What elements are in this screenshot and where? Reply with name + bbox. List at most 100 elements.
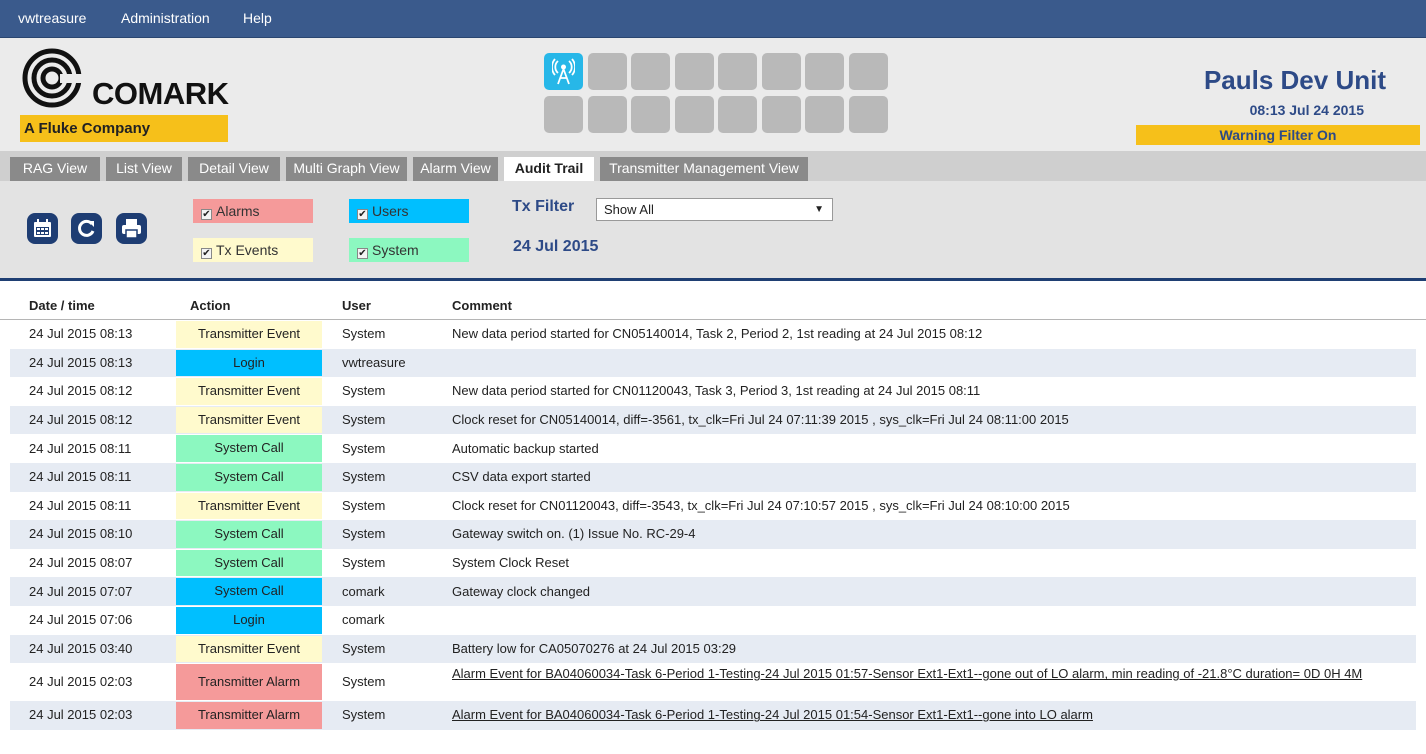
row-action-badge: Login bbox=[176, 607, 322, 634]
row-comment: Gateway clock changed bbox=[452, 583, 591, 599]
menu-item-help[interactable]: Help bbox=[243, 0, 272, 38]
table-row[interactable]: 24 Jul 2015 08:12 Transmitter Event System… bbox=[10, 405, 1416, 435]
row-action-badge: Transmitter Event bbox=[176, 635, 322, 663]
tab-alarm-view[interactable]: Alarm View bbox=[413, 157, 498, 181]
row-comment: New data period started for CN05140014, … bbox=[452, 326, 983, 342]
table-row[interactable]: 24 Jul 2015 08:13 Transmitter Event System… bbox=[10, 320, 1416, 349]
unit-time: 08:13 Jul 24 2015 bbox=[1249, 102, 1364, 118]
row-user: System bbox=[342, 383, 386, 399]
row-user: System bbox=[342, 640, 386, 656]
refresh-button[interactable] bbox=[71, 213, 102, 244]
tab-detail-view[interactable]: Detail View bbox=[188, 157, 280, 181]
row-action-badge: System Call bbox=[176, 549, 322, 577]
row-user: vwtreasure bbox=[342, 354, 406, 370]
table-row[interactable]: 24 Jul 2015 08:11 Transmitter Event System… bbox=[10, 492, 1416, 521]
transmitter-slot[interactable] bbox=[848, 53, 888, 90]
transmitter-slot[interactable] bbox=[805, 96, 844, 133]
checkbox-check-icon: ✔ bbox=[357, 248, 368, 259]
row-user: System bbox=[342, 440, 386, 456]
row-datetime: 24 Jul 2015 08:11 bbox=[29, 440, 132, 456]
table-row[interactable]: 24 Jul 2015 08:12 Transmitter Event System… bbox=[10, 377, 1416, 406]
tx-filter-select[interactable]: Show All ▼ bbox=[596, 198, 833, 221]
row-action-badge: Login bbox=[176, 349, 322, 377]
row-action-badge: System Call bbox=[176, 435, 322, 462]
row-datetime: 24 Jul 2015 03:40 bbox=[29, 640, 133, 656]
row-user: System bbox=[342, 326, 386, 342]
row-datetime: 24 Jul 2015 08:10 bbox=[29, 526, 133, 542]
tab-audit-trail[interactable]: Audit Trail bbox=[504, 157, 594, 181]
dropdown-arrow-icon: ▼ bbox=[814, 204, 824, 215]
system-filter-checkbox[interactable]: ✔ System bbox=[349, 238, 469, 262]
transmitter-slot[interactable] bbox=[718, 96, 757, 133]
table-row[interactable]: 24 Jul 2015 03:40 Transmitter Event System… bbox=[10, 634, 1416, 664]
row-action-badge: System Call bbox=[176, 464, 322, 491]
row-comment-link[interactable]: Alarm Event for BA04060034-Task 6-Period… bbox=[452, 666, 1402, 682]
filter-date: 24 Jul 2015 bbox=[513, 238, 599, 255]
users-filter-checkbox[interactable]: ✔ Users bbox=[349, 199, 469, 223]
row-datetime: 24 Jul 2015 08:13 bbox=[29, 326, 133, 342]
tab-rag-view[interactable]: RAG View bbox=[10, 157, 100, 181]
row-datetime: 24 Jul 2015 08:12 bbox=[29, 383, 133, 399]
comark-logo: COMARK A Fluke Company bbox=[20, 48, 230, 142]
transmitter-slot[interactable] bbox=[848, 96, 888, 133]
row-comment: New data period started for CN01120043, … bbox=[452, 383, 981, 399]
column-header-user[interactable]: User bbox=[342, 298, 371, 313]
system-filter-label: System bbox=[372, 242, 419, 258]
transmitter-slot-active[interactable] bbox=[544, 53, 583, 90]
transmitter-slot[interactable] bbox=[674, 96, 714, 133]
transmitter-slot[interactable] bbox=[674, 53, 714, 90]
menu-item-user[interactable]: vwtreasure bbox=[18, 0, 86, 38]
row-user: System bbox=[342, 526, 386, 542]
audit-table-header: Date / time Action User Comment bbox=[0, 296, 1426, 320]
table-row[interactable]: 24 Jul 2015 08:13 Login vwtreasure bbox=[10, 348, 1416, 378]
row-datetime: 24 Jul 2015 08:12 bbox=[29, 412, 133, 428]
print-icon bbox=[122, 219, 141, 239]
transmitter-slot[interactable] bbox=[631, 96, 670, 133]
transmitter-slot[interactable] bbox=[761, 53, 801, 90]
tab-transmitter-management-view[interactable]: Transmitter Management View bbox=[600, 157, 808, 181]
print-button[interactable] bbox=[116, 213, 147, 244]
tab-multi-graph-view[interactable]: Multi Graph View bbox=[286, 157, 407, 181]
row-datetime: 24 Jul 2015 02:03 bbox=[29, 707, 133, 723]
refresh-icon bbox=[78, 219, 95, 237]
column-header-datetime[interactable]: Date / time bbox=[29, 298, 95, 313]
users-filter-label: Users bbox=[372, 203, 409, 219]
row-comment: Gateway switch on. (1) Issue No. RC-29-4 bbox=[452, 526, 696, 542]
transmitter-slot[interactable] bbox=[631, 53, 670, 90]
table-row[interactable]: 24 Jul 2015 08:11 System Call System Automa… bbox=[10, 434, 1416, 463]
transmitter-slot[interactable] bbox=[544, 96, 583, 133]
row-comment: Clock reset for CN05140014, diff=-3561, … bbox=[452, 412, 1069, 428]
audit-filter-panel bbox=[0, 181, 1426, 281]
table-row[interactable]: 24 Jul 2015 08:07 System Call System System… bbox=[10, 549, 1416, 578]
table-row[interactable]: 24 Jul 2015 08:10 System Call System Gatewa… bbox=[10, 520, 1416, 549]
transmitter-slot[interactable] bbox=[718, 53, 757, 90]
transmitter-slot[interactable] bbox=[761, 96, 801, 133]
row-datetime: 24 Jul 2015 08:13 bbox=[29, 354, 133, 370]
transmitter-status-grid bbox=[540, 53, 890, 137]
row-comment-link[interactable]: Alarm Event for BA04060034-Task 6-Period… bbox=[452, 707, 1402, 723]
unit-name: Pauls Dev Unit bbox=[1203, 65, 1386, 95]
table-row[interactable]: 24 Jul 2015 02:03 Transmitter Alarm System… bbox=[10, 701, 1416, 730]
alarms-filter-checkbox[interactable]: ✔ Alarms bbox=[193, 199, 313, 223]
menu-item-administration[interactable]: Administration bbox=[121, 0, 210, 38]
transmitter-slot[interactable] bbox=[805, 53, 844, 90]
menu-bar: vwtreasure Administration Help bbox=[0, 0, 1426, 38]
transmitter-slot[interactable] bbox=[587, 53, 627, 90]
row-action-badge: System Call bbox=[176, 521, 322, 548]
tx-filter-label: Tx Filter bbox=[512, 198, 575, 215]
row-action-badge: Transmitter Alarm bbox=[176, 702, 322, 729]
transmitter-slot[interactable] bbox=[587, 96, 627, 133]
calendar-button[interactable] bbox=[27, 213, 58, 244]
checkbox-check-icon: ✔ bbox=[357, 209, 368, 220]
column-header-action[interactable]: Action bbox=[190, 298, 230, 313]
table-row[interactable]: 24 Jul 2015 02:03 Transmitter Alarm System… bbox=[10, 663, 1416, 701]
column-header-comment[interactable]: Comment bbox=[452, 298, 512, 313]
tab-list-view[interactable]: List View bbox=[106, 157, 182, 181]
antenna-icon bbox=[552, 58, 575, 85]
row-action-badge: Transmitter Alarm bbox=[176, 664, 322, 701]
table-row[interactable]: 24 Jul 2015 07:07 System Call comark Gatewa… bbox=[10, 577, 1416, 606]
table-row[interactable]: 24 Jul 2015 07:06 Login comark bbox=[10, 606, 1416, 635]
tx-events-filter-checkbox[interactable]: ✔ Tx Events bbox=[193, 238, 313, 262]
table-row[interactable]: 24 Jul 2015 08:11 System Call System CSV da… bbox=[10, 463, 1416, 492]
row-action-badge: Transmitter Event bbox=[176, 321, 322, 348]
